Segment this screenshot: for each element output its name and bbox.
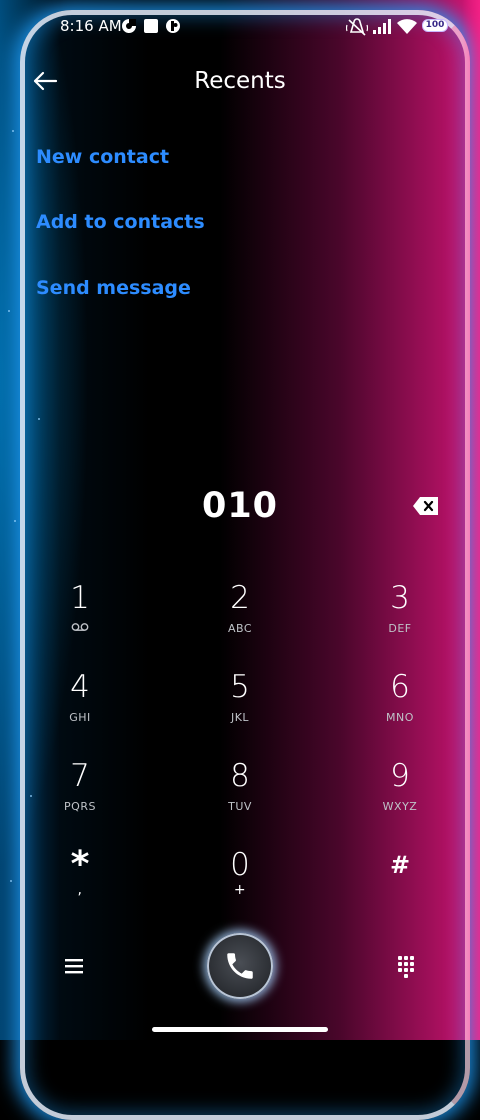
dial-key-9[interactable]: 9 WXYZ	[340, 758, 460, 830]
key-letters: +	[233, 882, 247, 898]
key-letters: MNO	[386, 711, 414, 724]
cellular-signal-icon	[373, 19, 391, 34]
dial-key-5[interactable]: 5 JKL	[180, 669, 300, 741]
backspace-icon[interactable]	[412, 495, 440, 517]
call-button[interactable]	[207, 933, 273, 999]
dial-key-3[interactable]: 3 DEF	[340, 580, 460, 652]
key-digit: 0	[230, 847, 250, 883]
status-time: 8:16 AM	[60, 17, 122, 35]
dial-key-4[interactable]: 4 GHI	[20, 669, 140, 741]
new-contact-link[interactable]: New contact	[36, 146, 169, 168]
voicemail-icon	[71, 623, 89, 631]
key-digit: 4	[70, 669, 90, 705]
status-bar: 8:16 AM 100	[0, 0, 480, 56]
home-indicator[interactable]	[152, 1027, 328, 1032]
menu-icon[interactable]	[60, 952, 88, 980]
dialed-number-display: 010	[201, 486, 279, 526]
key-digit: 5	[230, 669, 250, 705]
dialpad-icon[interactable]	[392, 952, 420, 980]
dial-key-0[interactable]: 0 +	[180, 847, 300, 919]
key-digit: 8	[230, 758, 250, 794]
key-letters: PQRS	[64, 800, 96, 813]
app-notification-icon	[166, 19, 180, 33]
key-digit: 2	[230, 580, 250, 616]
key-digit: 1	[70, 580, 90, 616]
dial-key-hash[interactable]: #	[340, 847, 460, 919]
dial-key-8[interactable]: 8 TUV	[180, 758, 300, 830]
add-to-contacts-link[interactable]: Add to contacts	[36, 211, 205, 233]
key-letters: DEF	[388, 622, 412, 635]
key-letters: ABC	[227, 622, 253, 635]
app-notification-icon	[122, 19, 136, 33]
key-digit: #	[389, 851, 411, 879]
key-digit: 7	[70, 758, 90, 794]
dial-key-star[interactable]: * ,	[20, 847, 140, 919]
key-letters: TUV	[228, 800, 252, 813]
dial-key-6[interactable]: 6 MNO	[340, 669, 460, 741]
dial-key-2[interactable]: 2 ABC	[180, 580, 300, 652]
key-digit: 6	[390, 669, 410, 705]
key-letters: WXYZ	[382, 800, 418, 813]
dial-key-1[interactable]: 1	[20, 580, 140, 652]
send-message-link[interactable]: Send message	[36, 277, 191, 299]
phone-icon	[227, 953, 253, 979]
key-digit: 9	[390, 758, 410, 794]
dial-key-7[interactable]: 7 PQRS	[20, 758, 140, 830]
vibrate-mute-icon	[346, 18, 368, 36]
key-letters: GHI	[69, 711, 91, 724]
sparkle-dot	[38, 418, 40, 420]
sparkle-dot	[10, 880, 12, 882]
page-title: Recents	[194, 68, 286, 94]
key-letters: ,	[77, 882, 83, 898]
battery-indicator: 100	[422, 19, 448, 32]
sparkle-dot	[12, 130, 14, 132]
square-notification-icon	[144, 19, 158, 33]
key-digit: 3	[390, 580, 410, 616]
wifi-icon	[397, 19, 417, 34]
sparkle-dot	[8, 310, 10, 312]
key-letters: JKL	[230, 711, 250, 724]
key-digit: *	[70, 844, 90, 885]
